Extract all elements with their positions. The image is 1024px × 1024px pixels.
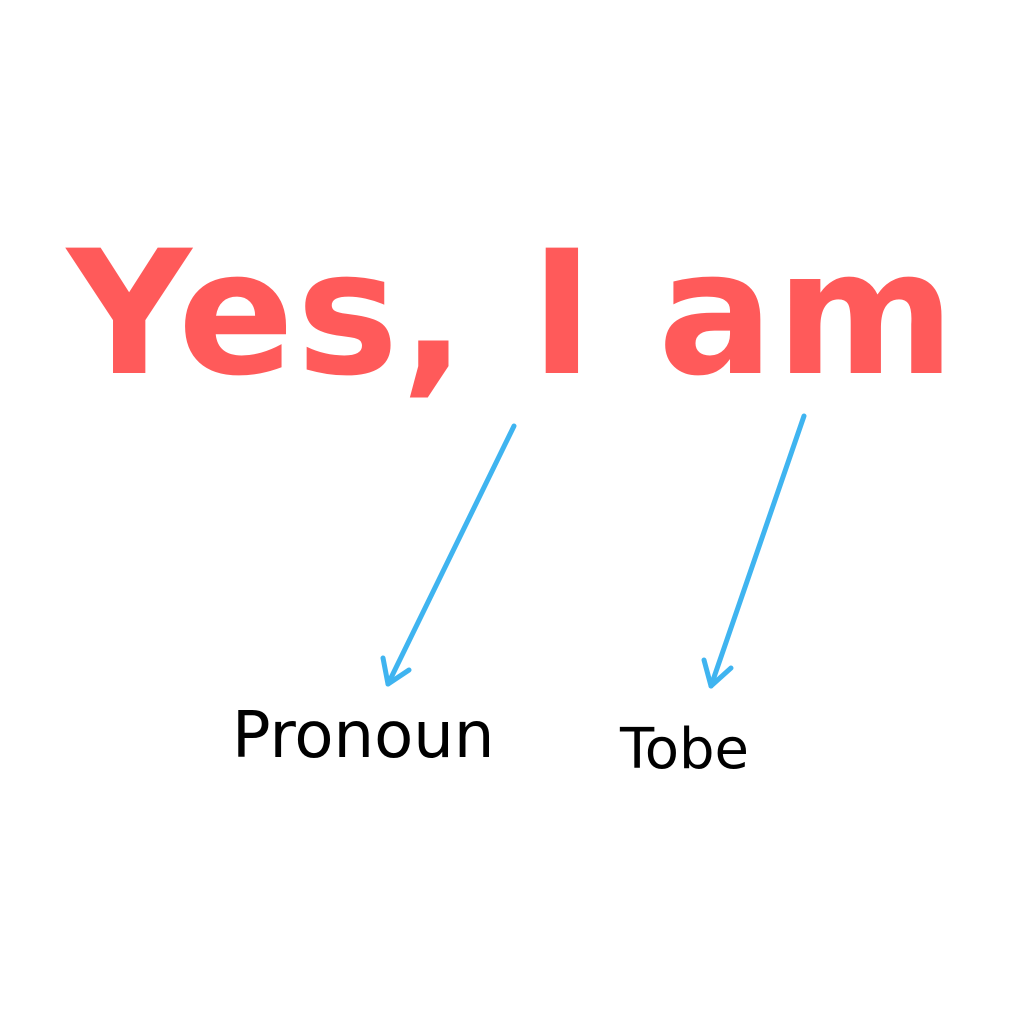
arrow-to-tobe-shaft <box>708 413 807 689</box>
diagram-canvas: Yes, I am Pronoun Tobe <box>0 0 1024 1024</box>
arrows-layer <box>380 413 807 689</box>
arrow-to-pronoun <box>380 423 517 687</box>
label-pronoun: Pronoun <box>232 699 495 773</box>
label-tobe: Tobe <box>620 717 749 782</box>
arrow-to-pronoun-shaft <box>385 423 517 687</box>
arrow-to-tobe <box>701 413 807 689</box>
